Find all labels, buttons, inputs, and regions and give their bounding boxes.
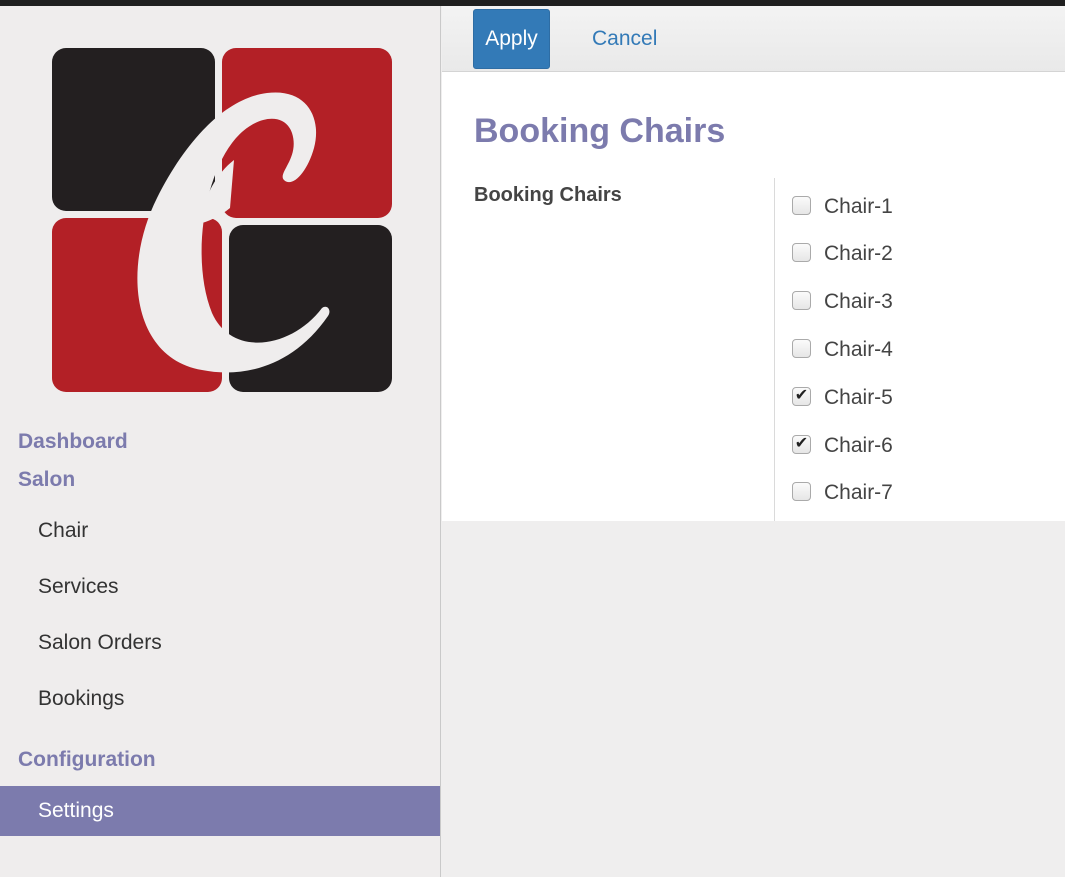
chair-option-label: Chair-2 [824, 242, 893, 265]
sidebar-item-settings[interactable]: Settings [0, 786, 440, 836]
chair-option-4[interactable]: Chair-4 [792, 330, 992, 370]
chair-option-3[interactable]: Chair-3 [792, 282, 992, 322]
chair-option-label: Chair-3 [824, 290, 893, 313]
chair-option-1[interactable]: Chair-1 [792, 187, 992, 227]
chair-option-label: Chair-4 [824, 338, 893, 361]
checkbox[interactable] [792, 481, 811, 501]
checkbox[interactable] [792, 195, 811, 215]
checkbox-checked[interactable]: ✔ [792, 386, 811, 406]
chair-option-label: Chair-7 [824, 481, 893, 504]
action-toolbar: Apply Cancel [442, 6, 1065, 72]
form-sheet: Booking Chairs Booking Chairs Chair-1 Ch… [442, 72, 1065, 521]
sidebar-item-bookings[interactable]: Bookings [0, 674, 440, 724]
field-divider [774, 178, 775, 521]
main-content: Apply Cancel Booking Chairs Booking Chai… [442, 6, 1065, 877]
chair-option-7[interactable]: Chair-7 [792, 473, 992, 513]
chair-option-6[interactable]: ✔ Chair-6 [792, 426, 992, 466]
cancel-button[interactable]: Cancel [592, 9, 657, 69]
sidebar-item-chair[interactable]: Chair [0, 506, 440, 556]
page-title: Booking Chairs [474, 112, 726, 150]
sidebar-item-services[interactable]: Services [0, 562, 440, 612]
checkbox[interactable] [792, 242, 811, 262]
chair-option-5[interactable]: ✔ Chair-5 [792, 378, 992, 418]
menu-configuration[interactable]: Configuration [18, 748, 156, 772]
sidebar-item-salon-orders[interactable]: Salon Orders [0, 618, 440, 668]
apply-button[interactable]: Apply [473, 9, 550, 69]
sidebar: Dashboard Salon Chair Services Salon Ord… [0, 6, 441, 877]
chair-option-label: Chair-5 [824, 386, 893, 409]
menu-salon[interactable]: Salon [18, 468, 75, 492]
chair-option-label: Chair-1 [824, 195, 893, 218]
chair-option-2[interactable]: Chair-2 [792, 234, 992, 274]
checkbox[interactable] [792, 290, 811, 310]
chair-option-label: Chair-6 [824, 434, 893, 457]
checkbox[interactable] [792, 338, 811, 358]
salon-logo [52, 48, 392, 392]
checkbox-checked[interactable]: ✔ [792, 434, 811, 454]
menu-dashboard[interactable]: Dashboard [18, 430, 128, 454]
booking-chairs-label: Booking Chairs [474, 184, 622, 206]
